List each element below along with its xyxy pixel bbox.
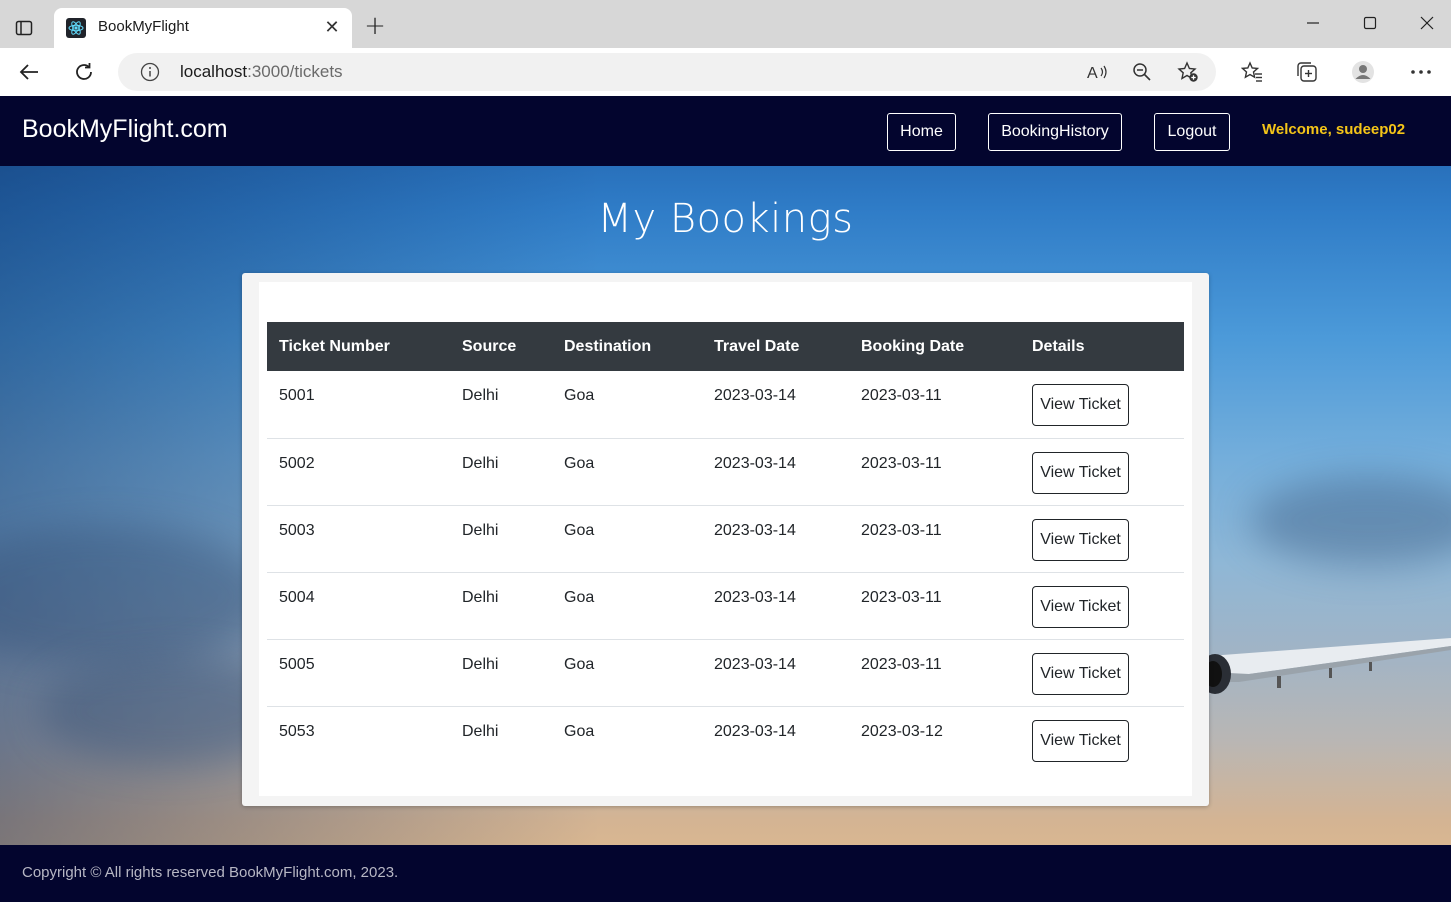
tab-actions-icon[interactable] <box>10 14 38 42</box>
details-cell: View Ticket <box>1020 438 1184 506</box>
bookings-card-body: Ticket Number Source Destination Travel … <box>259 282 1192 796</box>
column-header-booking-date: Booking Date <box>849 322 1020 371</box>
column-header-source: Source <box>450 322 552 371</box>
site-info-icon[interactable] <box>140 62 160 82</box>
destination-cell: Goa <box>552 371 702 439</box>
collections-icon[interactable] <box>1294 59 1320 85</box>
ticket-number-cell: 5001 <box>267 371 450 439</box>
table-row: 5003 Delhi Goa 2023-03-14 2023-03-11 Vie… <box>267 505 1184 573</box>
new-tab-icon[interactable]: + <box>362 13 388 40</box>
table-row: 5002 Delhi Goa 2023-03-14 2023-03-11 Vie… <box>267 438 1184 506</box>
favorites-icon[interactable] <box>1239 59 1265 85</box>
zoom-out-icon[interactable] <box>1130 61 1154 83</box>
source-cell: Delhi <box>450 438 552 506</box>
source-cell: Delhi <box>450 572 552 640</box>
booking-date-cell: 2023-03-11 <box>849 572 1020 640</box>
travel-date-cell: 2023-03-14 <box>702 371 849 439</box>
profile-icon[interactable] <box>1350 59 1376 85</box>
column-header-ticket-number: Ticket Number <box>267 322 450 371</box>
details-cell: View Ticket <box>1020 505 1184 573</box>
source-cell: Delhi <box>450 371 552 439</box>
ticket-number-cell: 5005 <box>267 639 450 707</box>
view-ticket-button[interactable]: View Ticket <box>1032 451 1129 494</box>
nav-booking-history-button[interactable]: BookingHistory <box>988 113 1122 151</box>
view-ticket-button[interactable]: View Ticket <box>1032 585 1129 628</box>
ticket-number-cell: 5003 <box>267 505 450 573</box>
booking-date-cell: 2023-03-11 <box>849 639 1020 707</box>
table-row: 5001 Delhi Goa 2023-03-14 2023-03-11 Vie… <box>267 371 1184 439</box>
page-background: BookMyFlight.com Home BookingHistory Log… <box>0 96 1451 902</box>
view-ticket-button[interactable]: View Ticket <box>1032 719 1129 762</box>
column-header-destination: Destination <box>552 322 702 371</box>
url-path: :3000/tickets <box>247 62 343 81</box>
nav-home-button[interactable]: Home <box>887 113 956 151</box>
page-footer: Copyright © All rights reserved BookMyFl… <box>0 845 1451 902</box>
nav-logout-button[interactable]: Logout <box>1154 113 1230 151</box>
view-ticket-button[interactable]: View Ticket <box>1032 652 1129 695</box>
ticket-number-cell: 5002 <box>267 438 450 506</box>
details-cell: View Ticket <box>1020 639 1184 707</box>
reload-icon[interactable] <box>69 58 99 86</box>
maximize-icon[interactable] <box>1355 10 1385 36</box>
booking-date-cell: 2023-03-11 <box>849 505 1020 573</box>
ticket-number-cell: 5004 <box>267 572 450 640</box>
back-icon[interactable] <box>14 58 44 86</box>
url-field[interactable]: localhost:3000/tickets A <box>118 53 1216 91</box>
url-text: localhost:3000/tickets <box>180 62 343 82</box>
cloud-shape <box>1250 476 1451 566</box>
minimize-icon[interactable] <box>1298 10 1328 36</box>
column-header-travel-date: Travel Date <box>702 322 849 371</box>
booking-date-cell: 2023-03-11 <box>849 371 1020 439</box>
travel-date-cell: 2023-03-14 <box>702 639 849 707</box>
travel-date-cell: 2023-03-14 <box>702 572 849 640</box>
svg-text:A: A <box>1087 65 1098 81</box>
table-header-row: Ticket Number Source Destination Travel … <box>267 322 1184 371</box>
react-favicon-icon <box>66 18 86 38</box>
column-header-details: Details <box>1020 322 1184 371</box>
table-row: 5005 Delhi Goa 2023-03-14 2023-03-11 Vie… <box>267 639 1184 707</box>
destination-cell: Goa <box>564 722 595 740</box>
bookings-table: Ticket Number Source Destination Travel … <box>267 322 1184 773</box>
tab-title: BookMyFlight <box>98 18 189 35</box>
browser-tab-bar: BookMyFlight ✕ + <box>0 0 1451 48</box>
airplane-wing-image <box>1209 638 1451 694</box>
page-title: My Bookings <box>597 196 854 242</box>
destination-cell: Goa <box>552 572 702 640</box>
destination-cell: Goa <box>552 505 702 573</box>
brand-logo[interactable]: BookMyFlight.com <box>22 115 228 144</box>
source-cell: Delhi <box>450 505 552 573</box>
details-cell: View Ticket <box>1020 371 1184 439</box>
source-cell: Delhi <box>462 722 499 740</box>
travel-date-cell: 2023-03-14 <box>714 722 796 740</box>
source-cell: Delhi <box>450 639 552 707</box>
details-cell: View Ticket <box>1020 572 1184 640</box>
tab-close-icon[interactable]: ✕ <box>322 18 342 38</box>
details-cell: View Ticket <box>1020 706 1184 773</box>
browser-address-bar: localhost:3000/tickets A <box>0 48 1451 96</box>
url-host: localhost <box>180 62 248 81</box>
travel-date-cell: 2023-03-14 <box>702 438 849 506</box>
welcome-text: Welcome, sudeep02 <box>1262 121 1406 138</box>
browser-tab[interactable]: BookMyFlight ✕ <box>54 8 352 48</box>
more-icon[interactable] <box>1408 59 1434 85</box>
footer-copyright: Copyright © All rights reserved BookMyFl… <box>22 864 399 881</box>
view-ticket-button[interactable]: View Ticket <box>1032 518 1129 561</box>
bookings-card: Ticket Number Source Destination Travel … <box>242 273 1209 806</box>
view-ticket-button[interactable]: View Ticket <box>1032 384 1129 426</box>
close-window-icon[interactable] <box>1412 10 1442 36</box>
read-aloud-icon[interactable]: A <box>1086 61 1110 83</box>
ticket-number-cell: 5053 <box>279 722 315 740</box>
booking-date-cell: 2023-03-11 <box>849 438 1020 506</box>
table-row: 5053 Delhi Goa 2023-03-14 2023-03-12 Vie… <box>267 706 1184 773</box>
destination-cell: Goa <box>552 639 702 707</box>
booking-date-cell: 2023-03-12 <box>861 722 943 740</box>
destination-cell: Goa <box>552 438 702 506</box>
travel-date-cell: 2023-03-14 <box>702 505 849 573</box>
add-favorite-icon[interactable] <box>1176 61 1200 83</box>
table-row: 5004 Delhi Goa 2023-03-14 2023-03-11 Vie… <box>267 572 1184 640</box>
app-navbar: BookMyFlight.com Home BookingHistory Log… <box>0 96 1451 166</box>
